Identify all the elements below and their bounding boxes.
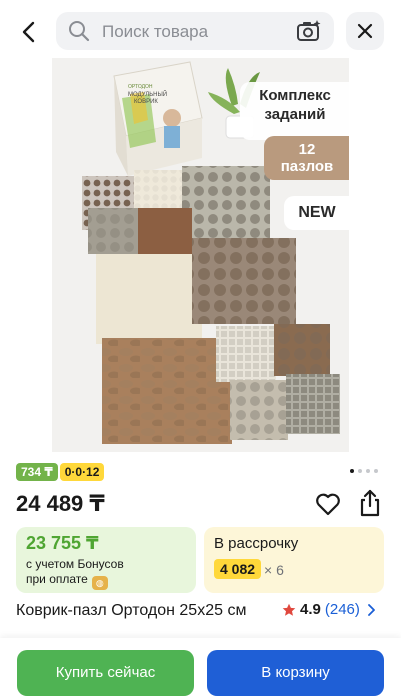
review-count: (246): [324, 601, 360, 618]
carousel-dot: [374, 469, 378, 473]
camera-search-icon[interactable]: [296, 19, 322, 43]
close-button[interactable]: [346, 12, 384, 50]
product-box: ОРТОДОН МОДУЛЬНЫЙ КОВРИК: [113, 61, 203, 176]
bonus-coin-icon: ◍: [91, 576, 108, 590]
carousel-dot: [366, 469, 370, 473]
close-icon: [357, 23, 373, 39]
bottom-action-bar: Купить сейчас В корзину: [0, 638, 401, 699]
top-bar: Поиск товара: [0, 0, 401, 60]
product-price: 24 489 ₸: [16, 491, 105, 516]
favorite-button[interactable]: [314, 490, 342, 518]
back-button[interactable]: [14, 18, 42, 46]
search-icon: [69, 21, 90, 42]
rating-value: 4.9: [300, 601, 321, 618]
installment-amount: 4 082: [214, 559, 262, 579]
installment-tag: 0·0·12: [59, 463, 105, 481]
share-button[interactable]: [356, 488, 384, 518]
box-line2: КОВРИК: [134, 99, 158, 105]
carousel-dot-active: [350, 469, 354, 473]
share-icon: [360, 489, 380, 517]
chevron-right-icon: [367, 603, 375, 616]
buy-now-button[interactable]: Купить сейчас: [17, 650, 194, 696]
product-title: Коврик-пазл Ортодон 25х25 см: [16, 602, 247, 619]
product-image-carousel[interactable]: ОРТОДОН МОДУЛЬНЫЙ КОВРИК Комплекс задани…: [52, 58, 349, 452]
star-icon: [282, 603, 296, 616]
puzzle-count-badge: 12 пазлов: [264, 136, 349, 180]
installment-card[interactable]: В рассрочку 4 082 × 6: [204, 527, 384, 593]
bonus-note-line1: с учетом Бонусов: [26, 557, 124, 571]
search-input[interactable]: Поиск товара: [56, 12, 334, 50]
puzzle-count: 12: [298, 141, 316, 158]
new-badge: NEW: [284, 196, 349, 230]
price-tags: 734 ₸ 0·0·12: [16, 463, 105, 481]
back-arrow-icon: [22, 21, 35, 43]
puzzle-count-label: пазлов: [280, 158, 334, 175]
installment-multiplier: × 6: [264, 562, 284, 578]
bonus-price-card[interactable]: 23 755 ₸ с учетом Бонусов при оплате ◍: [16, 527, 196, 593]
bonus-note-line2: при оплате ◍: [26, 572, 108, 590]
carousel-dot: [358, 469, 362, 473]
kompleks-line1: Комплекс: [259, 87, 331, 104]
carousel-dots: [350, 469, 378, 473]
rating-link[interactable]: 4.9 (246): [282, 601, 376, 618]
installment-label: В рассрочку: [214, 535, 299, 552]
kompleks-badge: Комплекс заданий: [240, 82, 349, 140]
box-line1: МОДУЛЬНЫЙ: [128, 90, 167, 98]
heart-icon: [316, 493, 340, 516]
search-placeholder: Поиск товара: [102, 22, 209, 41]
bonus-price: 23 755 ₸: [26, 533, 99, 553]
box-brand: ОРТОДОН: [128, 84, 153, 90]
add-to-cart-button[interactable]: В корзину: [207, 650, 384, 696]
kompleks-line2: заданий: [264, 106, 326, 123]
bonus-note-text: при оплате: [26, 572, 88, 586]
bonus-tag: 734 ₸: [16, 463, 58, 481]
